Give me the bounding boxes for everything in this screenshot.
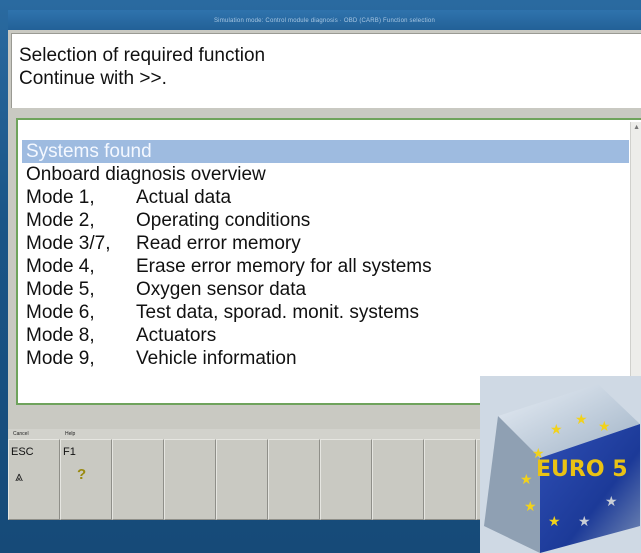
function-list: Systems found Onboard diagnosis overview… xyxy=(20,122,641,401)
list-item-mode-6[interactable]: Mode 6, Test data, sporad. monit. system… xyxy=(22,301,629,324)
svg-text:★: ★ xyxy=(578,514,591,530)
esc-key-caption: Cancel xyxy=(13,431,29,437)
svg-text:★: ★ xyxy=(550,422,563,438)
list-item-mode-1[interactable]: Mode 1, Actual data xyxy=(22,186,629,209)
svg-text:★: ★ xyxy=(598,419,611,435)
list-item-description: Read error memory xyxy=(136,233,301,254)
prompt-text-box: Selection of required function Continue … xyxy=(11,33,641,108)
list-item-description: Operating conditions xyxy=(136,210,311,231)
function-key-empty[interactable] xyxy=(112,439,164,520)
list-item-mode: Mode 8, xyxy=(26,325,95,346)
list-item-systems-found[interactable]: Systems found xyxy=(22,140,629,163)
list-item-mode-3-7[interactable]: Mode 3/7, Read error memory xyxy=(22,232,629,255)
svg-text:★: ★ xyxy=(575,412,588,428)
list-item-description: Oxygen sensor data xyxy=(136,279,307,300)
list-item-mode: Mode 9, xyxy=(26,348,95,369)
esc-key-label: ESC xyxy=(11,446,34,458)
prompt-line-1: Selection of required function xyxy=(19,45,266,66)
list-item-mode-2[interactable]: Mode 2, Operating conditions xyxy=(22,209,629,232)
list-item-description: Actuators xyxy=(136,325,217,346)
list-item-mode: Mode 1, xyxy=(26,187,95,208)
list-scrollbar[interactable]: ▲ xyxy=(630,122,641,401)
list-item-mode-5[interactable]: Mode 5, Oxygen sensor data xyxy=(22,278,629,301)
euro-5-badge-text: EURO 5 xyxy=(536,457,628,482)
function-key-empty[interactable] xyxy=(372,439,424,520)
f1-help-button[interactable]: Help F1 ? xyxy=(60,431,112,520)
svg-text:★: ★ xyxy=(524,499,537,515)
window-title: Simulation mode: Control module diagnosi… xyxy=(213,18,436,24)
svg-text:★: ★ xyxy=(605,494,618,510)
list-item-mode: Mode 2, xyxy=(26,210,95,231)
function-key-empty[interactable] xyxy=(164,439,216,520)
function-list-panel: Systems found Onboard diagnosis overview… xyxy=(8,112,641,417)
function-key-empty[interactable] xyxy=(320,439,372,520)
euro-5-badge: ★ ★ ★ ★ ★ ★ ★ ★ ★ EURO 5 xyxy=(480,376,641,553)
scroll-up-arrow-icon[interactable]: ▲ xyxy=(633,124,640,132)
list-item-mode: Mode 6, xyxy=(26,302,95,323)
list-item-label: Systems found xyxy=(26,141,152,162)
f1-key-caption: Help xyxy=(65,431,76,437)
list-item-description: Actual data xyxy=(136,187,232,208)
list-item-mode: Mode 3/7, xyxy=(26,233,111,254)
screen-background: Simulation mode: Control module diagnosi… xyxy=(0,0,641,553)
function-key-empty[interactable] xyxy=(216,439,268,520)
list-item-mode-8[interactable]: Mode 8, Actuators xyxy=(22,324,629,347)
list-item-mode-4[interactable]: Mode 4, Erase error memory for all syste… xyxy=(22,255,629,278)
function-key-empty[interactable] xyxy=(424,439,476,520)
list-item-mode: Mode 4, xyxy=(26,256,95,277)
list-item-description: Test data, sporad. monit. systems xyxy=(136,302,420,323)
help-icon: ? xyxy=(77,466,87,483)
list-item-description: Vehicle information xyxy=(136,348,297,369)
f1-key-label: F1 xyxy=(63,446,76,458)
list-item-description: Erase error memory for all systems xyxy=(136,256,432,277)
list-item-mode-9[interactable]: Mode 9, Vehicle information xyxy=(22,347,629,370)
window-title-bar: Simulation mode: Control module diagnosi… xyxy=(8,10,641,32)
prompt-line-2: Continue with >>. xyxy=(19,68,167,89)
function-key-empty[interactable] xyxy=(268,439,320,520)
esc-key-button[interactable]: Cancel ESC ⩓ xyxy=(8,431,60,520)
function-list-frame: Systems found Onboard diagnosis overview… xyxy=(16,118,641,405)
svg-text:★: ★ xyxy=(548,514,561,530)
list-item-mode: Mode 5, xyxy=(26,279,95,300)
prompt-panel: Selection of required function Continue … xyxy=(8,30,641,112)
list-item-label: Onboard diagnosis overview xyxy=(26,164,266,185)
list-item-onboard-diagnosis[interactable]: Onboard diagnosis overview xyxy=(22,163,629,186)
double-chevron-up-icon: ⩓ xyxy=(15,468,23,484)
svg-text:★: ★ xyxy=(520,472,533,488)
